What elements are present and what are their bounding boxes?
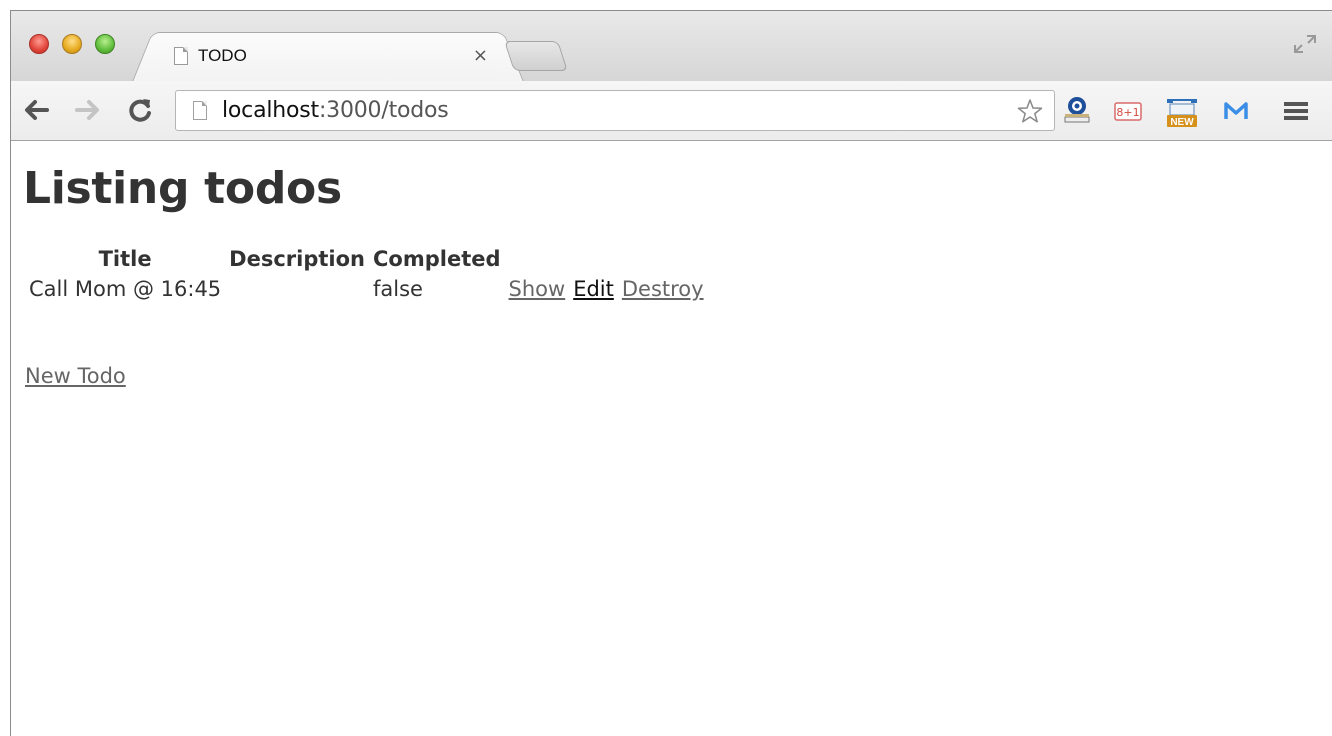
todo-description [227, 277, 367, 301]
url-text[interactable]: localhost:3000/todos [222, 98, 449, 123]
web-developer-extension-icon[interactable] [1061, 95, 1093, 127]
new-tab-button[interactable] [504, 41, 568, 71]
url-host: localhost [222, 98, 319, 123]
svg-text:8+1: 8+1 [1116, 106, 1139, 119]
star-icon[interactable] [1016, 97, 1044, 125]
column-header-completed: Completed [373, 247, 501, 271]
page-icon [193, 101, 207, 120]
tab-close-icon[interactable]: × [473, 45, 488, 66]
hamburger-menu-icon[interactable] [1281, 95, 1311, 127]
table-row: Call Mom @ 16:45 false Show Edit Destroy [27, 277, 706, 301]
table-header-row: Title Description Completed [27, 247, 706, 271]
browser-window: TODO × localhost:3000/todos 8+1 NEW List… [10, 10, 1332, 736]
page-title: Listing todos [23, 163, 342, 214]
arrow-left-icon[interactable] [21, 95, 51, 125]
browser-toolbar: localhost:3000/todos 8+1 NEW [11, 81, 1332, 141]
address-bar[interactable]: localhost:3000/todos [175, 90, 1055, 131]
page-icon [174, 47, 188, 65]
column-header-description: Description [229, 247, 365, 271]
reload-icon[interactable] [125, 95, 155, 125]
minimize-window-button[interactable] [62, 34, 82, 54]
page-content: Listing todos Title Description Complete… [11, 141, 1332, 736]
url-path: :3000/todos [318, 98, 449, 123]
show-link[interactable]: Show [509, 277, 566, 301]
new-extension-icon[interactable]: NEW [1161, 95, 1205, 127]
todo-completed: false [373, 277, 423, 301]
fullscreen-icon[interactable] [1292, 33, 1318, 55]
todo-title: Call Mom @ 16:45 [29, 277, 222, 301]
edit-link[interactable]: Edit [573, 277, 614, 301]
tab-todo[interactable]: TODO × [153, 32, 503, 81]
destroy-link[interactable]: Destroy [622, 277, 704, 301]
close-window-button[interactable] [29, 34, 49, 54]
tab-title: TODO [198, 46, 247, 65]
google-plus-one-icon[interactable]: 8+1 [1113, 95, 1143, 127]
gmail-icon[interactable] [1221, 95, 1251, 127]
tab-strip: TODO × [11, 11, 1332, 81]
column-header-title: Title [98, 247, 152, 271]
zoom-window-button[interactable] [95, 34, 115, 54]
arrow-right-icon[interactable] [73, 95, 103, 125]
svg-text:NEW: NEW [1170, 117, 1194, 127]
todos-table: Title Description Completed Call Mom @ 1… [23, 241, 710, 307]
new-todo-link[interactable]: New Todo [25, 364, 126, 388]
